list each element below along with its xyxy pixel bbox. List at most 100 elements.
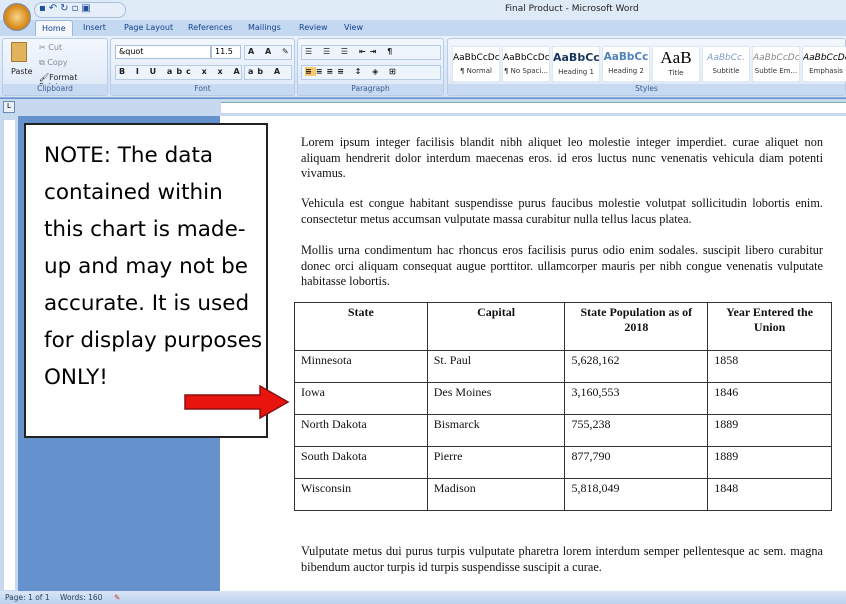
tab-references[interactable]: References bbox=[188, 23, 232, 32]
font-label: Font bbox=[111, 84, 294, 95]
copy-button[interactable]: ⧉ Copy bbox=[39, 58, 68, 68]
proofing-icon[interactable]: ✎ bbox=[114, 593, 120, 602]
quick-access-toolbar[interactable]: ▪↶↻▫▣ bbox=[34, 2, 126, 18]
align-left-button[interactable]: ≡ bbox=[305, 67, 316, 76]
style-normal[interactable]: AaBbCcDc ¶ Normal bbox=[452, 46, 500, 82]
save-icon[interactable]: ▪ bbox=[39, 3, 49, 14]
cell-state[interactable]: Minnesota bbox=[294, 350, 428, 383]
style-subtitle[interactable]: AaBbCc. Subtitle bbox=[702, 46, 750, 82]
office-button[interactable] bbox=[3, 3, 31, 31]
cell-year[interactable]: 1889 bbox=[707, 446, 832, 479]
highlight-font-color-buttons[interactable]: ab A bbox=[244, 65, 292, 80]
print-preview-icon[interactable]: ▫ bbox=[72, 3, 82, 14]
paragraph-3[interactable]: Mollis urna condimentum hac rhoncus eros… bbox=[301, 243, 823, 290]
cell-population[interactable]: 755,238 bbox=[564, 414, 709, 447]
cell-capital[interactable]: Bismarck bbox=[426, 414, 566, 447]
header-year: Year Entered the Union bbox=[707, 302, 832, 351]
page-count[interactable]: Page: 1 of 1 bbox=[5, 593, 50, 602]
cell-population[interactable]: 5,628,162 bbox=[564, 350, 709, 383]
style-name: Subtle Em... bbox=[754, 67, 798, 75]
undo-icon[interactable]: ↶ bbox=[49, 3, 60, 14]
cell-capital[interactable]: St. Paul bbox=[426, 350, 566, 383]
style-name: Title bbox=[668, 69, 684, 77]
paragraph-4[interactable]: Vulputate metus dui purus turpis vulputa… bbox=[301, 544, 823, 575]
cell-population[interactable]: 877,790 bbox=[564, 446, 709, 479]
font-group: &quot 11.5 A A ✎ B I U abc x x Aa ab A F… bbox=[110, 38, 295, 96]
vertical-ruler[interactable] bbox=[0, 116, 18, 591]
cell-population[interactable]: 5,818,049 bbox=[564, 478, 709, 511]
table-header-row: State Capital State Population as of 201… bbox=[294, 302, 832, 351]
tab-selector-button[interactable]: L bbox=[3, 101, 15, 113]
cell-state[interactable]: Iowa bbox=[294, 382, 428, 415]
clipboard-group: Paste ✂ Cut ⧉ Copy 🖌Format Painter Clipb… bbox=[2, 38, 108, 96]
cell-capital[interactable]: Des Moines bbox=[426, 382, 566, 415]
style-name: ¶ No Spaci... bbox=[503, 67, 549, 75]
list-indent-buttons[interactable]: ☰ ☰ ☰ ⇤⇥ ¶ bbox=[301, 45, 441, 60]
paste-button[interactable]: Paste bbox=[11, 67, 33, 76]
paragraph-group: ☰ ☰ ☰ ⇤⇥ ¶ ≡≡≡≡ ↕ ◈ ⊞ Paragraph bbox=[297, 38, 444, 96]
cell-population[interactable]: 3,160,553 bbox=[564, 382, 709, 415]
table-row: Iowa Des Moines 3,160,553 1846 bbox=[294, 382, 832, 415]
font-name-select[interactable]: &quot bbox=[115, 45, 211, 59]
states-table[interactable]: State Capital State Population as of 201… bbox=[294, 302, 832, 511]
tab-mailings[interactable]: Mailings bbox=[248, 23, 281, 32]
style-preview: AaB bbox=[660, 48, 692, 67]
cell-year[interactable]: 1846 bbox=[707, 382, 832, 415]
style-no-spacing[interactable]: AaBbCcDc ¶ No Spaci... bbox=[502, 46, 550, 82]
status-bar: Page: 1 of 1 Words: 160 ✎ bbox=[0, 591, 846, 604]
style-name: Subtitle bbox=[712, 67, 740, 75]
style-subtle-emphasis[interactable]: AaBbCcDc Subtle Em... bbox=[752, 46, 800, 82]
style-preview: AaBbCcDc bbox=[503, 53, 549, 63]
clipboard-label: Clipboard bbox=[3, 84, 107, 95]
cell-state[interactable]: Wisconsin bbox=[294, 478, 428, 511]
style-preview: AaBbCc bbox=[603, 51, 649, 63]
tab-insert[interactable]: Insert bbox=[83, 23, 106, 32]
paste-icon bbox=[11, 42, 27, 62]
header-capital: Capital bbox=[426, 302, 566, 351]
paragraph-label: Paragraph bbox=[298, 84, 443, 95]
grow-shrink-font-buttons[interactable]: A A ✎ bbox=[244, 45, 292, 60]
cell-state[interactable]: South Dakota bbox=[294, 446, 428, 479]
table-row: North Dakota Bismarck 755,238 1889 bbox=[294, 414, 832, 447]
style-preview: AaBbCc bbox=[553, 51, 599, 64]
paragraph-1[interactable]: Lorem ipsum integer facilisis blandit ni… bbox=[301, 135, 823, 182]
style-heading-1[interactable]: AaBbCc Heading 1 bbox=[552, 46, 600, 82]
copy-label: Copy bbox=[47, 58, 68, 67]
style-name: Heading 2 bbox=[608, 67, 644, 75]
font-format-buttons[interactable]: B I U abc x x Aa bbox=[115, 65, 249, 80]
paragraph-2[interactable]: Vehicula est congue habitant suspendisse… bbox=[301, 196, 823, 227]
style-heading-2[interactable]: AaBbCc Heading 2 bbox=[602, 46, 650, 82]
styles-label: Styles bbox=[448, 84, 845, 95]
style-name: ¶ Normal bbox=[459, 67, 492, 75]
table-row: Minnesota St. Paul 5,628,162 1858 bbox=[294, 350, 832, 383]
style-preview: AaBbCcDc bbox=[453, 53, 499, 63]
cell-year[interactable]: 1889 bbox=[707, 414, 832, 447]
cell-year[interactable]: 1858 bbox=[707, 350, 832, 383]
ribbon: Paste ✂ Cut ⧉ Copy 🖌Format Painter Clipb… bbox=[0, 36, 846, 98]
window-title: Final Product - Microsoft Word bbox=[505, 4, 639, 14]
cell-state[interactable]: North Dakota bbox=[294, 414, 428, 447]
horizontal-ruler[interactable] bbox=[0, 99, 846, 116]
cell-year[interactable]: 1848 bbox=[707, 478, 832, 511]
tab-page-layout[interactable]: Page Layout bbox=[124, 23, 173, 32]
table-row: South Dakota Pierre 877,790 1889 bbox=[294, 446, 832, 479]
styles-group: AaBbCcDc ¶ Normal AaBbCcDc ¶ No Spaci... A… bbox=[447, 38, 846, 96]
cell-capital[interactable]: Madison bbox=[426, 478, 566, 511]
cell-capital[interactable]: Pierre bbox=[426, 446, 566, 479]
font-size-select[interactable]: 11.5 bbox=[211, 45, 241, 59]
cut-button[interactable]: ✂ Cut bbox=[39, 43, 62, 52]
word-count[interactable]: Words: 160 bbox=[60, 593, 102, 602]
style-name: Heading 1 bbox=[558, 68, 594, 76]
tab-review[interactable]: Review bbox=[299, 23, 328, 32]
style-emphasis[interactable]: AaBbCcDc Emphasis bbox=[802, 46, 846, 82]
header-population: State Population as of 2018 bbox=[564, 302, 709, 351]
style-title[interactable]: AaB Title bbox=[652, 46, 700, 82]
style-preview: AaBbCcDc bbox=[803, 53, 846, 63]
alignment-buttons[interactable]: ≡≡≡≡ ↕ ◈ ⊞ bbox=[301, 65, 441, 80]
print-icon[interactable]: ▣ bbox=[81, 3, 93, 14]
tab-view[interactable]: View bbox=[344, 23, 363, 32]
tab-home[interactable]: Home bbox=[35, 20, 73, 37]
redo-icon[interactable]: ↻ bbox=[60, 3, 71, 14]
header-state: State bbox=[294, 302, 428, 351]
cut-label: Cut bbox=[48, 43, 63, 52]
